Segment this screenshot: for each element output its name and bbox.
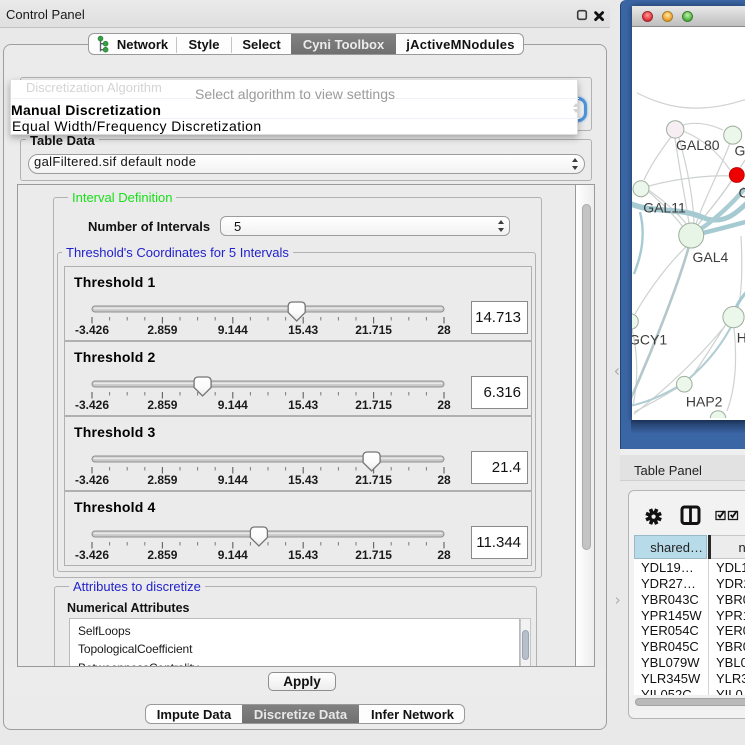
svg-text:GA: GA xyxy=(735,143,745,159)
svg-text:GAL80: GAL80 xyxy=(676,137,720,153)
svg-text:9.144: 9.144 xyxy=(218,323,248,337)
svg-text:2.859: 2.859 xyxy=(147,473,177,487)
svg-text:15.43: 15.43 xyxy=(288,398,318,412)
svg-text:9.144: 9.144 xyxy=(218,398,248,412)
svg-text:21.715: 21.715 xyxy=(355,548,392,562)
svg-text:9.144: 9.144 xyxy=(218,473,248,487)
svg-text:9.144: 9.144 xyxy=(218,548,248,562)
svg-text:C: C xyxy=(739,185,745,201)
svg-text:28: 28 xyxy=(437,323,451,337)
svg-text:15.43: 15.43 xyxy=(288,473,318,487)
svg-text:15.43: 15.43 xyxy=(288,548,318,562)
svg-text:2.859: 2.859 xyxy=(147,398,177,412)
svg-text:-3.426: -3.426 xyxy=(75,323,109,337)
svg-text:21.715: 21.715 xyxy=(355,398,392,412)
svg-text:GAL4: GAL4 xyxy=(693,249,729,265)
svg-text:21.715: 21.715 xyxy=(355,323,392,337)
svg-text:28: 28 xyxy=(437,548,451,562)
svg-text:-3.426: -3.426 xyxy=(75,473,109,487)
svg-text:H: H xyxy=(737,330,745,346)
svg-text:-3.426: -3.426 xyxy=(75,398,109,412)
svg-text:21.715: 21.715 xyxy=(355,473,392,487)
svg-text:15.43: 15.43 xyxy=(288,323,318,337)
svg-text:28: 28 xyxy=(437,398,451,412)
svg-text:2.859: 2.859 xyxy=(147,548,177,562)
svg-text:-3.426: -3.426 xyxy=(75,548,109,562)
svg-text:GCY1: GCY1 xyxy=(632,332,667,348)
svg-text:28: 28 xyxy=(437,473,451,487)
svg-text:2.859: 2.859 xyxy=(147,323,177,337)
svg-text:GAL11: GAL11 xyxy=(643,200,686,216)
svg-text:HAP2: HAP2 xyxy=(686,394,723,410)
